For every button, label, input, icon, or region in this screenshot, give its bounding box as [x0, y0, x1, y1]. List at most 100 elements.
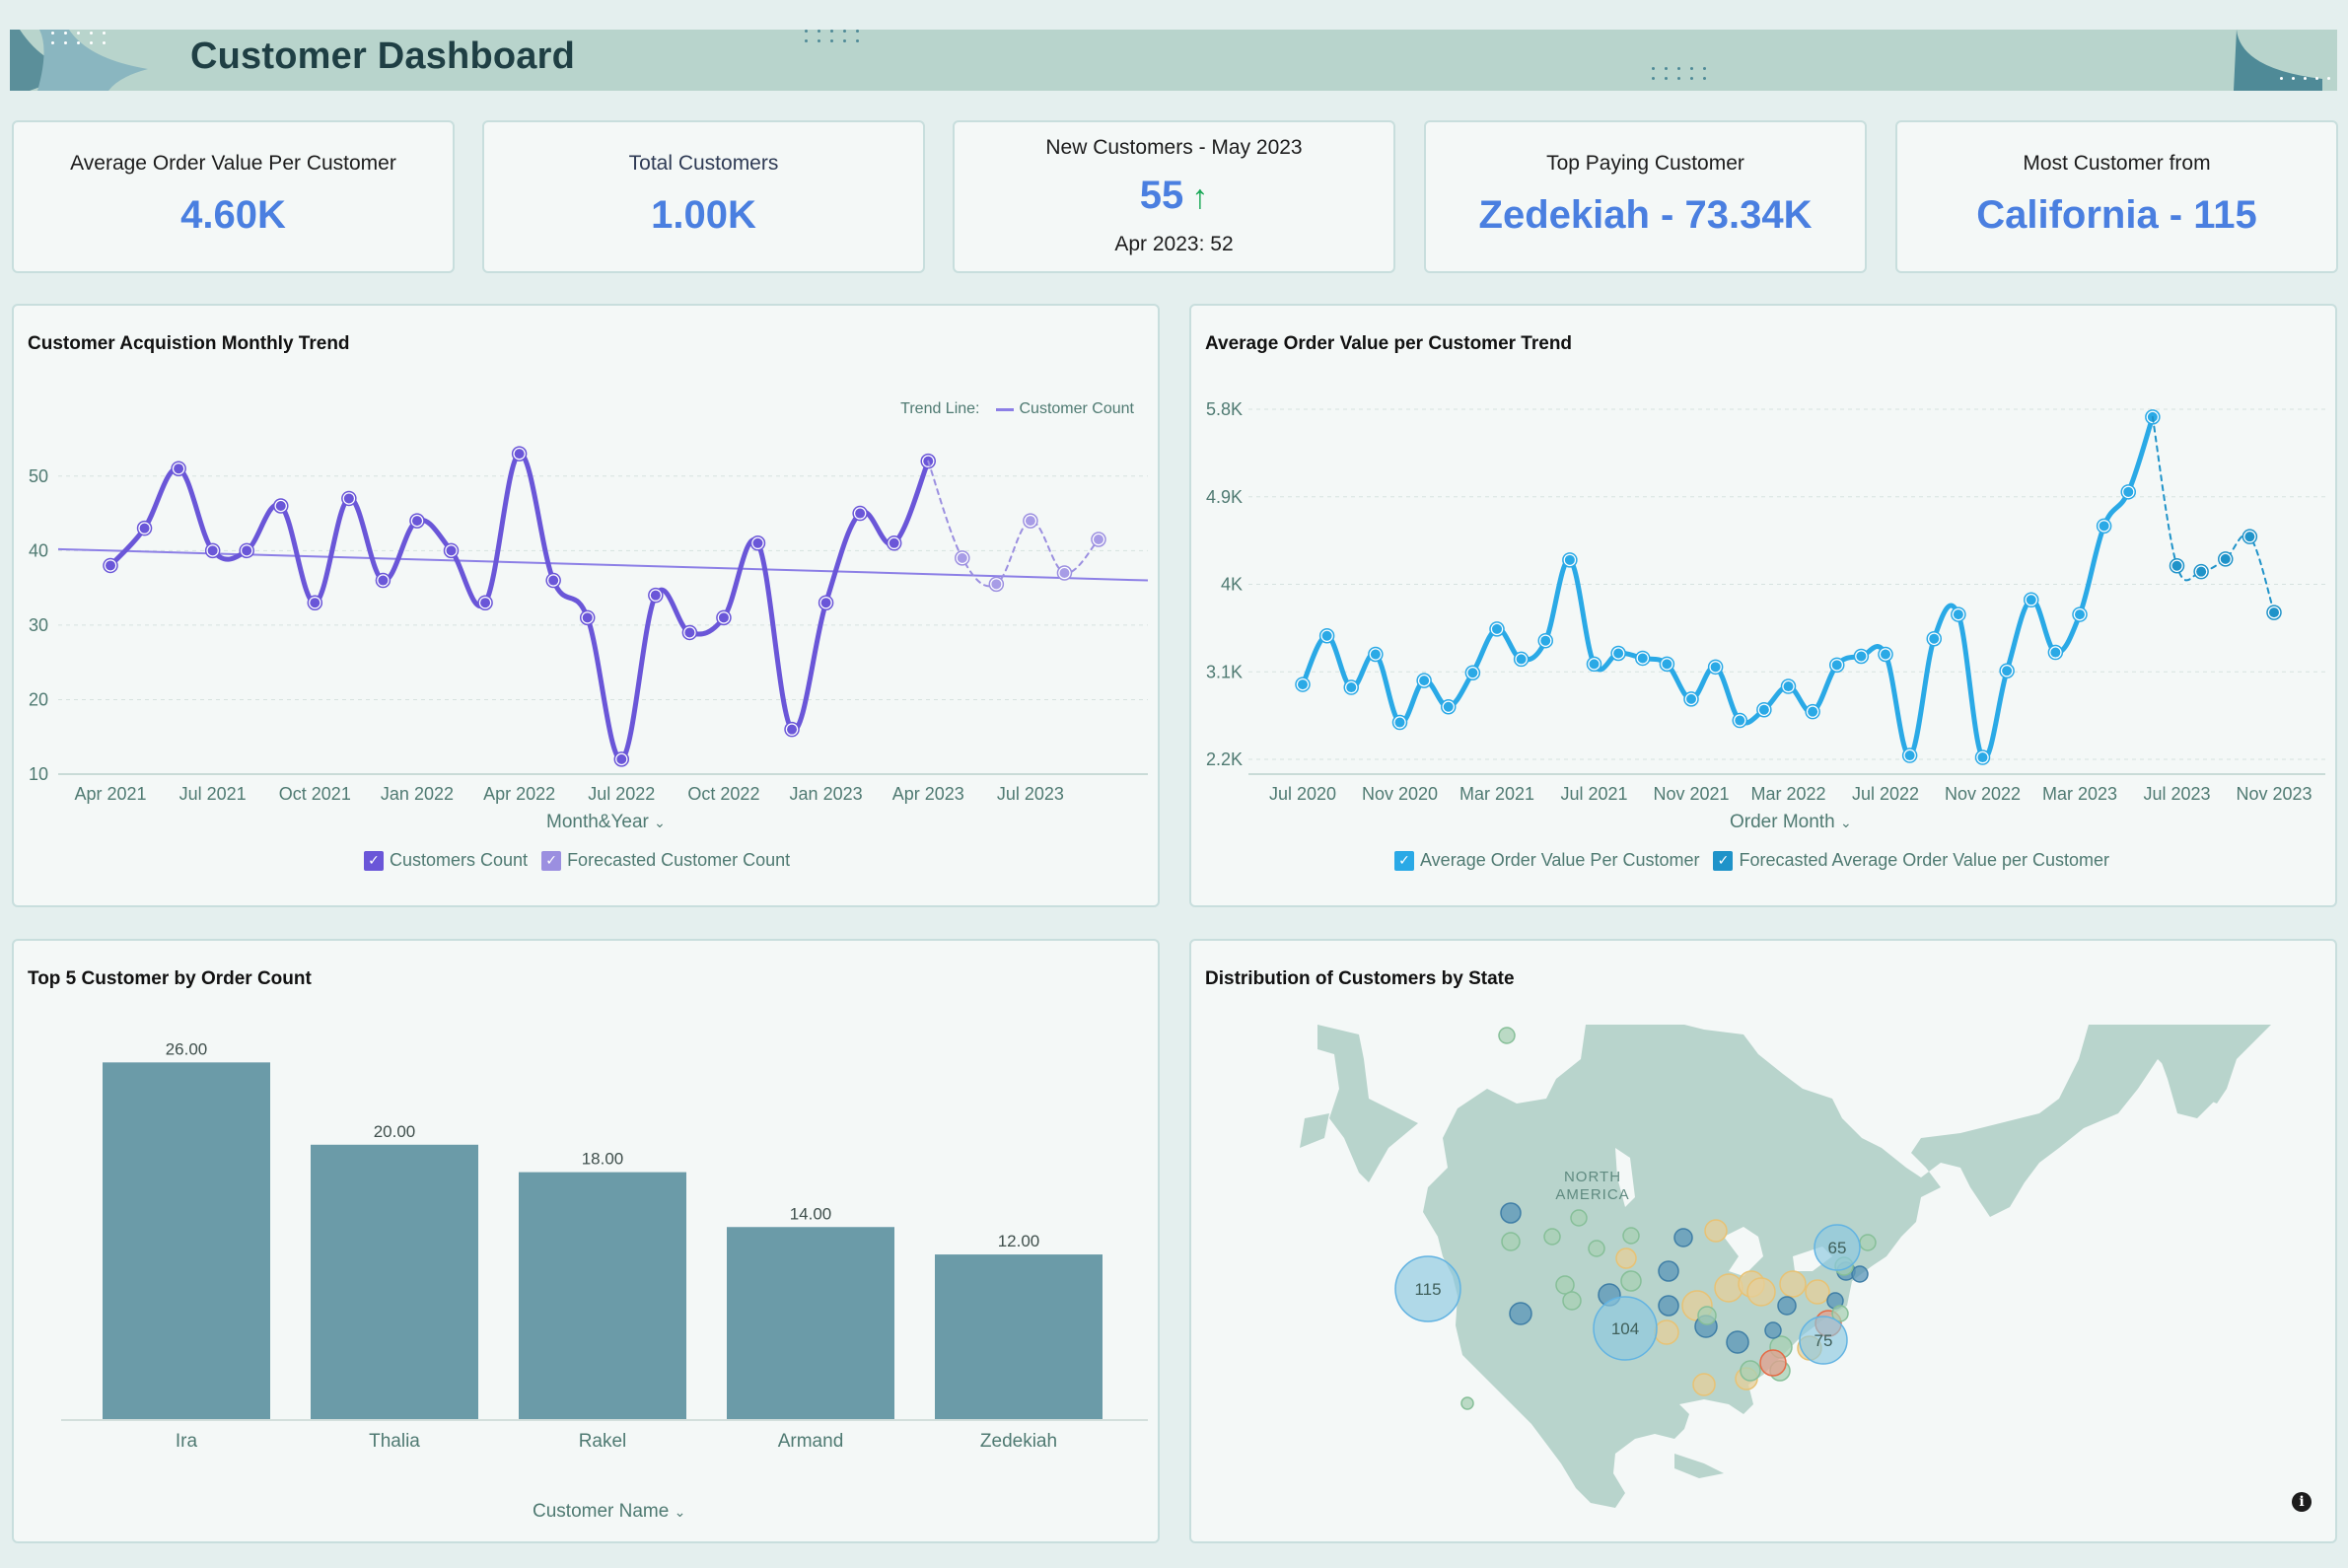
kpi-value: California - 115 — [1976, 193, 2257, 237]
data-point — [446, 545, 457, 556]
data-point — [411, 516, 422, 527]
state-bubble — [1851, 1265, 1869, 1283]
bar[interactable] — [311, 1144, 478, 1419]
data-point — [1783, 681, 1794, 692]
legend-label: Forecasted Average Order Value per Custo… — [1739, 850, 2109, 870]
data-point — [650, 590, 661, 601]
data-point — [616, 753, 627, 764]
bar-data-label: 14.00 — [790, 1204, 832, 1223]
bubble-value-label: 65 — [1828, 1239, 1847, 1257]
state-bubble — [1570, 1209, 1588, 1227]
kpi-card-avg-order-value[interactable]: Average Order Value Per Customer 4.60K — [12, 120, 455, 273]
y-tick-label: 4K — [1221, 575, 1243, 595]
legend-item-customers-count[interactable]: ✓ Customers Count — [364, 850, 528, 871]
trend-line — [57, 547, 1149, 582]
x-tick-label: Ira — [176, 1431, 198, 1452]
x-tick-label: Armand — [778, 1431, 844, 1452]
y-tick-label: 50 — [29, 466, 48, 486]
trend-line-label: Trend Line: — [900, 400, 980, 417]
x-axis-title-dropdown[interactable]: Month&Year ⌄ — [546, 812, 666, 833]
forecast-point — [2269, 607, 2279, 618]
state-bubble — [1746, 1277, 1776, 1307]
trend-line-swatch — [995, 407, 1014, 411]
checkbox-checked-icon[interactable]: ✓ — [364, 850, 384, 871]
data-point — [820, 598, 831, 608]
bar[interactable] — [727, 1227, 894, 1419]
data-point — [2099, 521, 2109, 532]
x-tick-label: Oct 2021 — [279, 784, 351, 804]
kpi-value-row: 55 ↑ — [955, 174, 1393, 218]
x-tick-label: Jul 2021 — [1560, 784, 1627, 804]
aov-legend: ✓ Average Order Value Per Customer ✓ For… — [1394, 850, 2109, 871]
data-point — [242, 545, 252, 556]
kpi-card-total-customers[interactable]: Total Customers 1.00K — [482, 120, 925, 273]
y-tick-label: 2.2K — [1206, 749, 1243, 769]
data-point — [1346, 682, 1357, 693]
state-bubble — [1779, 1270, 1807, 1298]
bar[interactable] — [519, 1172, 686, 1419]
state-bubble — [1498, 1027, 1516, 1044]
data-point — [1394, 717, 1405, 728]
kpi-value: 55 — [1139, 174, 1184, 217]
series-line — [1300, 414, 2156, 761]
data-point — [1467, 668, 1478, 678]
legend-label: Average Order Value Per Customer — [1420, 850, 1700, 870]
data-point — [1831, 660, 1842, 671]
bar[interactable] — [103, 1062, 270, 1419]
state-bubble — [1509, 1302, 1532, 1325]
data-point — [1370, 649, 1381, 660]
kpi-card-new-customers[interactable]: New Customers - May 2023 55 ↑ Apr 2023: … — [953, 120, 1395, 273]
north-america-bubble-map[interactable]: NORTH AMERICA 115 104 75 65 — [1191, 941, 2339, 1545]
checkbox-checked-icon[interactable]: ✓ — [1713, 850, 1734, 871]
kpi-card-most-customer-state[interactable]: Most Customer from California - 115 — [1895, 120, 2338, 273]
state-bubble — [1777, 1296, 1797, 1316]
x-tick-label: Nov 2023 — [2236, 784, 2312, 804]
data-point — [684, 627, 695, 638]
top5-bar-chart[interactable]: 26.00 Ira 20.00 Thalia 18.00 Rakel 14.00 Armand… — [14, 941, 1162, 1545]
checkbox-checked-icon[interactable]: ✓ — [1394, 850, 1414, 871]
dashboard-header: Customer Dashboard — [10, 30, 2337, 91]
data-point — [1637, 653, 1648, 664]
state-bubble — [1759, 1349, 1787, 1377]
acquisition-legend: ✓ Customers Count ✓ Forecasted Customer … — [364, 850, 790, 871]
bar[interactable] — [935, 1254, 1103, 1419]
kpi-card-top-paying-customer[interactable]: Top Paying Customer Zedekiah - 73.34K — [1424, 120, 1867, 273]
checkbox-checked-icon[interactable]: ✓ — [541, 850, 562, 871]
data-point — [1419, 676, 1430, 686]
x-axis-title-dropdown[interactable]: Customer Name ⌄ — [533, 1501, 685, 1523]
x-axis-title-dropdown[interactable]: Order Month ⌄ — [1730, 812, 1852, 833]
forecast-point — [991, 579, 1002, 590]
series-line — [107, 451, 931, 762]
header-dots-right — [2280, 77, 2332, 80]
state-bubble — [1697, 1306, 1717, 1325]
x-axis-title: Customer Name — [533, 1501, 670, 1522]
chevron-down-icon: ⌄ — [1839, 815, 1852, 830]
x-tick-label: Jul 2023 — [2143, 784, 2210, 804]
data-point — [1613, 648, 1624, 659]
data-point — [548, 575, 559, 586]
chevron-down-icon: ⌄ — [654, 815, 666, 830]
data-point — [310, 598, 320, 608]
info-icon[interactable]: i — [2292, 1492, 2312, 1512]
page-title: Customer Dashboard — [190, 36, 576, 77]
state-bubble — [1658, 1260, 1679, 1282]
state-bubble — [1704, 1219, 1728, 1243]
legend-item-aov[interactable]: ✓ Average Order Value Per Customer — [1394, 850, 1699, 871]
state-bubble — [1658, 1295, 1679, 1317]
data-point — [1929, 633, 1940, 644]
x-tick-label: Jul 2021 — [179, 784, 247, 804]
legend-item-forecasted-aov[interactable]: ✓ Forecasted Average Order Value per Cus… — [1713, 850, 2109, 871]
legend-item-forecasted-customer-count[interactable]: ✓ Forecasted Customer Count — [541, 850, 790, 871]
state-bubble — [1588, 1240, 1605, 1257]
x-tick-label: Jan 2022 — [381, 784, 454, 804]
x-tick-label: Jul 2020 — [1269, 784, 1336, 804]
x-tick-label: Oct 2022 — [687, 784, 759, 804]
x-tick-label: Thalia — [369, 1431, 420, 1452]
bar-data-label: 20.00 — [374, 1122, 416, 1141]
x-tick-label: Apr 2022 — [483, 784, 555, 804]
data-point — [1443, 701, 1454, 712]
legend-label: Forecasted Customer Count — [567, 850, 791, 870]
data-point — [1856, 651, 1867, 662]
forecast-point — [2244, 532, 2255, 542]
x-tick-label: Nov 2020 — [1362, 784, 1438, 804]
